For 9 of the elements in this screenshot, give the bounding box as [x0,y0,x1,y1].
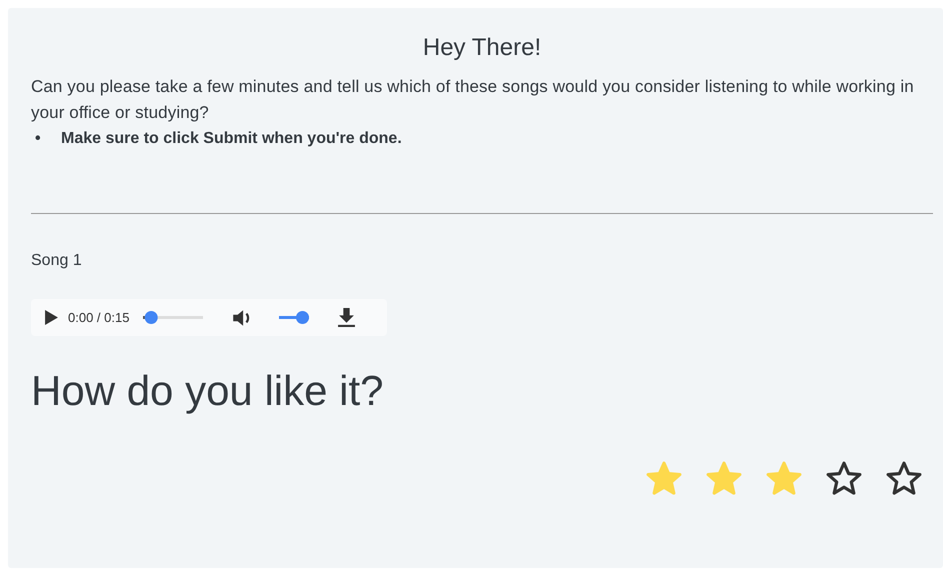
time-readout: 0:00 / 0:15 [68,310,130,325]
survey-title: Hey There! [422,34,542,62]
song-label: Song 1 [31,252,83,270]
bullet-marker: • [34,129,42,149]
instruction-item: Make sure to click Submit when you're done. [61,129,402,149]
play-icon[interactable] [45,310,58,325]
question-heading: How do you like it? [31,366,385,416]
intro-text: Can you please take a few minutes and tell us which of these songs would you consider listening to while working in your office or studying? [31,76,915,124]
download-icon[interactable] [338,308,356,327]
